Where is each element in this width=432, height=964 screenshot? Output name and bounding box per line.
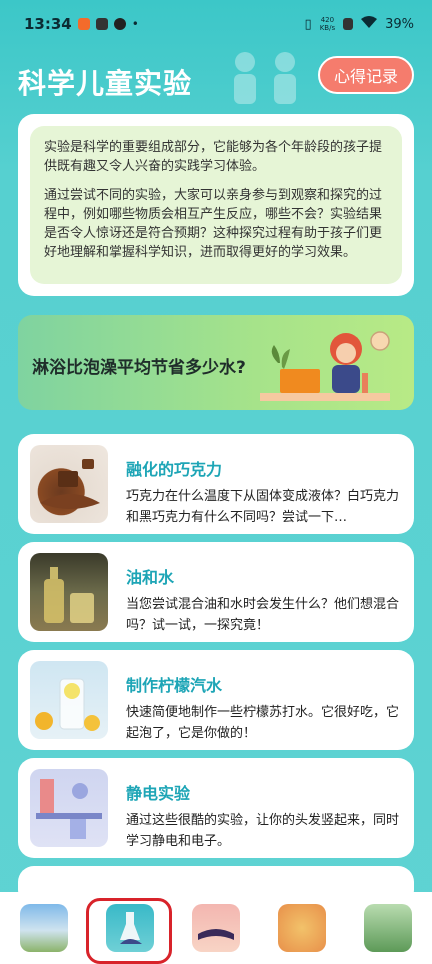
experiment-card-static[interactable]: 静电实验 通过这些很酷的实验，让你的头发竖起来，同时学习静电和电子。: [18, 758, 414, 858]
bottom-tab-bar: [0, 892, 432, 964]
tab-autumn[interactable]: [278, 904, 326, 952]
experiment-card-oil-water[interactable]: 油和水 当您尝试混合油和水时会发生什么？他们想混合吗？试一试，一探究竟！: [18, 542, 414, 642]
intro-paragraph-1: 实验是科学的重要组成部分，它能够为各个年龄段的孩子提供既有趣又令人兴奋的实践学习…: [44, 140, 383, 174]
water-saving-banner[interactable]: 淋浴比泡澡平均节省多少水?: [18, 315, 414, 410]
app-notification-icon: [77, 18, 90, 30]
clock: 13:34: [24, 15, 72, 33]
lemonade-image: [30, 661, 108, 739]
experiment-title: 融化的巧克力: [126, 460, 223, 479]
woman-at-desk-illustration: [260, 331, 390, 401]
status-bar: 13:34 • ▯ 420 KB/s 39%: [0, 0, 432, 48]
experiment-title: 静电实验: [126, 784, 191, 803]
oil-bottle-image: [30, 553, 108, 631]
experiment-description: 通过这些很酷的实验，让你的头发竖起来，同时学习静电和电子。: [126, 813, 400, 849]
battery-level: 39%: [385, 16, 414, 32]
sim-icon: [343, 18, 354, 30]
experiment-description: 当您尝试混合油和水时会发生什么？他们想混合吗？试一试，一探究竟！: [126, 597, 400, 633]
chocolate-image: [30, 445, 108, 523]
page-title: 科学儿童实验: [18, 67, 193, 100]
intro-paragraph-2: 通过尝试不同的实验，大家可以亲身参与到观察和探究的过程中，例如哪些物质会相互产生…: [44, 188, 383, 260]
media-notification-icon: [113, 18, 126, 30]
tab-reading[interactable]: [192, 904, 240, 952]
app-header: 科学儿童实验 心得记录: [0, 48, 432, 110]
vibrate-icon: ▯: [304, 16, 312, 32]
experiment-card-chocolate[interactable]: 融化的巧克力 巧克力在什么温度下从固体变成液体？白巧克力和黑巧克力有什么不同吗？…: [18, 434, 414, 534]
experiment-description: 快速简便地制作一些柠檬苏打水。它很好吃，它起泡了，它是你做的！: [126, 705, 400, 741]
net-speed: 420 KB/s: [319, 16, 336, 32]
banner-text: 淋浴比泡澡平均节省多少水?: [32, 358, 246, 378]
wifi-icon: [361, 16, 378, 32]
tab-plants[interactable]: [364, 904, 412, 952]
experiment-title: 油和水: [126, 568, 175, 587]
intro-text-box: 实验是科学的重要组成部分，它能够为各个年龄段的孩子提供既有趣又令人兴奋的实践学习…: [30, 126, 402, 284]
tab-landscape[interactable]: [20, 904, 68, 952]
notes-button[interactable]: 心得记录: [317, 56, 414, 94]
selected-tab-indicator: [86, 898, 172, 964]
more-notifications-icon: •: [131, 17, 139, 31]
intro-card: 实验是科学的重要组成部分，它能够为各个年龄段的孩子提供既有趣又令人兴奋的实践学习…: [18, 114, 414, 296]
experiment-card-lemonade[interactable]: 制作柠檬汽水 快速简便地制作一些柠檬苏打水。它很好吃，它起泡了，它是你做的！: [18, 650, 414, 750]
scientists-illustration: [234, 52, 296, 104]
experiment-description: 巧克力在什么温度下从固体变成液体？白巧克力和黑巧克力有什么不同吗？尝试一下…: [126, 489, 400, 525]
video-notification-icon: [95, 18, 108, 30]
experiment-title: 制作柠檬汽水: [126, 676, 223, 695]
lab-image: [30, 769, 108, 847]
